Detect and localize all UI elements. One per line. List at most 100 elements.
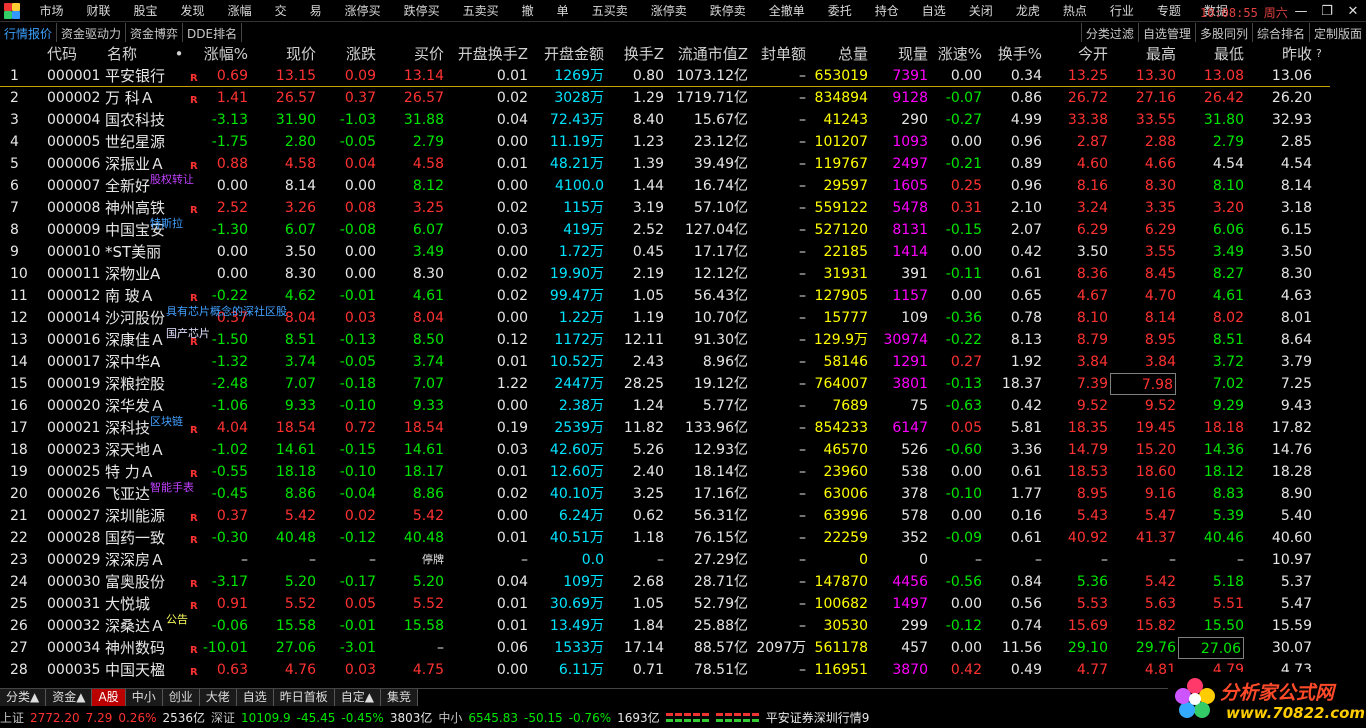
menu-item[interactable]: 易 [298, 2, 333, 19]
market-tab[interactable]: 自定▲ [334, 689, 381, 706]
concept-tag[interactable]: 股权转让 [150, 169, 194, 191]
column-header[interactable]: 最低 [1178, 43, 1244, 65]
market-tab[interactable]: 分类▲ [0, 689, 47, 706]
menu-item[interactable]: 专题 [1145, 2, 1192, 19]
menu-item[interactable]: 涨停买 [333, 2, 392, 19]
table-row[interactable]: 10 000011 深物业A 0.00 8.30 0.00 8.30 0.02 19.90万 2.… [0, 263, 1330, 285]
table-row[interactable]: 2 000002 万 科Ａ 1.41 26.57 0.37 26.57 0.02 3028万 1.… [0, 87, 1330, 109]
table-row[interactable]: 23 000029 深深房Ａ – – – 停牌 – 0.0 – 27.29亿 – 0 0 – – – – – 10.9… [0, 549, 1330, 571]
table-row[interactable]: 20 000026 飞亚达 -0.45 8.86 -0.04 8.86 0.02 40.10万 3… [0, 481, 1330, 505]
column-header[interactable]: 总量 [808, 43, 868, 65]
table-row[interactable]: 13 000016 深康佳Ａ -1.50 8.51 -0.13 8.50 0.12 1172万 1… [0, 327, 1330, 351]
tab-view[interactable]: 资金驱动力 [57, 23, 127, 42]
table-row[interactable]: 21 000027 深圳能源 0.37 5.42 0.02 5.42 0.00 6.24万 0.6… [0, 505, 1330, 527]
column-header[interactable]: 流通市值Z [666, 43, 748, 65]
table-row[interactable]: 18 000023 深天地Ａ -1.02 14.61 -0.15 14.61 0.03 42.6… [0, 439, 1330, 461]
table-row[interactable]: 6 000007 全新好 0.00 8.14 0.00 8.12 0.00 4100.0 1.44… [0, 173, 1330, 197]
column-header[interactable]: 封单额 [750, 43, 806, 65]
concept-tag[interactable]: 特斯拉 [150, 213, 183, 235]
market-tab[interactable]: 集竞 [381, 689, 419, 706]
menu-item[interactable]: 跌停卖 [698, 2, 757, 19]
menu-item[interactable]: 财联 [75, 2, 122, 19]
table-row[interactable]: 24 000030 富奥股份 -3.17 5.20 -0.17 5.20 0.04 109万 2.… [0, 571, 1330, 593]
minimize-icon[interactable]: — [1288, 4, 1314, 19]
tab-tool[interactable]: 多股同列 [1194, 23, 1252, 42]
close-icon[interactable]: ✕ [1340, 4, 1366, 19]
table-row[interactable]: 3 000004 国农科技 -3.13 31.90 -1.03 31.88 0.04 72.43… [0, 109, 1330, 131]
menu-item[interactable]: 涨幅 [216, 2, 263, 19]
column-header[interactable]: 涨速% [930, 43, 982, 65]
column-header[interactable]: 开盘金额 [530, 43, 604, 65]
table-row[interactable]: 16 000020 深华发Ａ -1.06 9.33 -0.10 9.33 0.00 2.38万 1… [0, 395, 1330, 417]
table-row[interactable]: 1 000001 平安银行 0.69 13.15 0.09 13.14 0.01 1269万 0.… [0, 65, 1330, 87]
menu-item[interactable]: 行业 [1098, 2, 1145, 19]
tab-view[interactable]: 行情报价 [0, 23, 58, 42]
market-tab[interactable]: 昨日首板 [273, 689, 335, 706]
table-row[interactable]: 8 000009 中国宝安 -1.30 6.07 -0.08 6.07 0.03 419万 2.5… [0, 217, 1330, 241]
menu-item[interactable]: 委托 [816, 2, 863, 19]
column-header[interactable]: 开盘换手Z [446, 43, 528, 65]
menu-item[interactable]: 热点 [1051, 2, 1098, 19]
table-row[interactable]: 14 000017 深中华A -1.32 3.74 -0.05 3.74 0.01 10.52万… [0, 351, 1330, 373]
concept-tag[interactable]: 公告 [166, 609, 188, 631]
table-row[interactable]: 7 000008 神州高铁 2.52 3.26 0.08 3.25 0.02 115万 3.19 5… [0, 197, 1330, 219]
column-header[interactable]: 今开 [1044, 43, 1108, 65]
concept-tag[interactable]: 区块链 [150, 411, 183, 433]
market-tab[interactable]: A股 [92, 689, 126, 706]
menu-item[interactable]: 五卖买 [451, 2, 510, 19]
tab-tool[interactable]: 定制版面 [1308, 23, 1366, 42]
menu-item[interactable]: 自选 [910, 2, 957, 19]
table-row[interactable]: 27 000034 神州数码 -10.01 27.06 -3.01 – 0.06 1533万 17… [0, 637, 1330, 659]
column-header[interactable]: 昨收 [1246, 43, 1312, 65]
column-header[interactable]: • [173, 43, 185, 65]
market-tab[interactable]: 中小 [125, 689, 163, 706]
menu-item[interactable]: 全撤单 [757, 2, 816, 19]
table-row[interactable]: 4 000005 世纪星源 -1.75 2.80 -0.05 2.79 0.00 11.19万 1… [0, 131, 1330, 153]
menu-item[interactable]: 五买卖 [580, 2, 639, 19]
menu-item[interactable]: 龙虎 [1004, 2, 1051, 19]
menu-item[interactable]: 跌停买 [392, 2, 451, 19]
column-header[interactable]: 买价 [378, 43, 444, 65]
column-header[interactable]: 涨幅% [190, 43, 248, 65]
table-row[interactable]: 15 000019 深粮控股 -2.48 7.07 -0.18 7.07 1.22 2447万 2… [0, 373, 1330, 395]
tab-tool[interactable]: 自选管理 [1137, 23, 1195, 42]
table-row[interactable]: 17 000021 深科技 4.04 18.54 0.72 18.54 0.19 2539万 11… [0, 415, 1330, 439]
market-tab[interactable]: 自选 [236, 689, 274, 706]
table-row[interactable]: 22 000028 国药一致 -0.30 40.48 -0.12 40.48 0.01 40.5… [0, 527, 1330, 549]
table-row[interactable]: 26 000032 深桑达Ａ -0.06 15.58 -0.01 15.58 0.01 13.4… [0, 613, 1330, 637]
menu-item[interactable]: 涨停卖 [639, 2, 698, 19]
menu-item[interactable]: 单 [545, 2, 580, 19]
header-help-icon[interactable]: ? [1316, 43, 1326, 65]
tab-tool[interactable]: 分类过滤 [1080, 23, 1138, 42]
menu-item[interactable]: 撤 [510, 2, 545, 19]
tab-tool[interactable]: 综合排名 [1251, 23, 1309, 42]
menu-item[interactable]: 交 [263, 2, 298, 19]
column-header[interactable] [10, 43, 40, 65]
menu-item[interactable]: 关闭 [957, 2, 1004, 19]
column-header[interactable]: 现量 [870, 43, 928, 65]
column-header[interactable]: 换手Z [606, 43, 664, 65]
feed-server[interactable]: 平安证券深圳行情9 [766, 708, 870, 728]
table-row[interactable]: 9 000010 *ST美丽 0.00 3.50 0.00 3.49 0.00 1.72万 0.4… [0, 241, 1330, 263]
column-header[interactable]: 名称 [107, 43, 177, 65]
column-header[interactable]: 代码 [47, 43, 107, 65]
market-tab[interactable]: 资金▲ [46, 689, 93, 706]
table-row[interactable]: 25 000031 大悦城 0.91 5.52 0.05 5.52 0.01 30.69万 1.0… [0, 593, 1330, 615]
table-row[interactable]: 5 000006 深振业Ａ 0.88 4.58 0.04 4.58 0.01 48.21万 1.3… [0, 153, 1330, 175]
tab-view[interactable]: 资金博弈 [126, 23, 184, 42]
concept-tag[interactable]: 智能手表 [150, 477, 194, 499]
menu-item[interactable]: 发现 [169, 2, 216, 19]
column-header[interactable]: 涨跌 [318, 43, 376, 65]
menu-item[interactable]: 股宝 [122, 2, 169, 19]
restore-icon[interactable]: ❐ [1314, 4, 1340, 19]
menu-item[interactable]: 持仓 [863, 2, 910, 19]
menu-item[interactable]: 市场 [28, 2, 75, 19]
column-header[interactable]: 最高 [1110, 43, 1176, 65]
column-header[interactable]: 换手% [984, 43, 1042, 65]
market-tab[interactable]: 大佬 [199, 689, 237, 706]
app-logo-icon[interactable] [2, 1, 22, 21]
column-header[interactable]: 现价 [250, 43, 316, 65]
table-row[interactable]: 28 000035 中国天楹 0.63 4.76 0.03 4.75 0.00 6.11万 0.7… [0, 659, 1330, 681]
market-tab[interactable]: 创业 [162, 689, 200, 706]
tab-view[interactable]: DDE排名 [183, 23, 243, 42]
